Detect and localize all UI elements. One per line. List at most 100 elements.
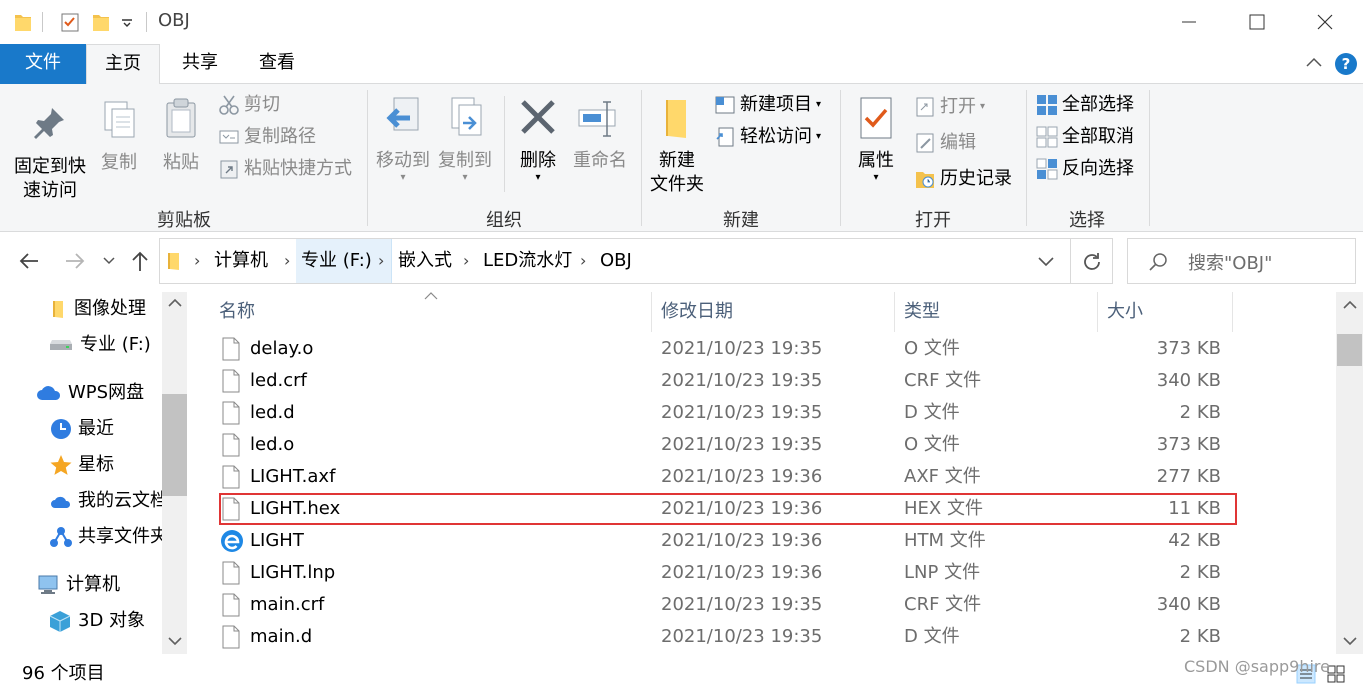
nav-item-recent[interactable]: 最近 xyxy=(50,412,114,446)
move-to-button[interactable]: 移动到 ▾ xyxy=(372,96,434,183)
navigation-bar: › 计算机 › 专业 (F:) › 嵌入式 › LED流水灯 › OBJ 搜索"… xyxy=(0,232,1363,292)
file-list-scrollbar[interactable] xyxy=(1336,292,1363,654)
properties-button[interactable]: 属性 ▾ xyxy=(848,96,904,183)
scroll-up-icon[interactable] xyxy=(1343,300,1357,310)
file-icon xyxy=(222,401,240,425)
open-button[interactable]: 打开 ▾ xyxy=(914,92,985,122)
scroll-down-icon[interactable] xyxy=(168,636,182,646)
minimize-button[interactable] xyxy=(1151,0,1227,44)
breadcrumb-led[interactable]: LED流水灯 xyxy=(483,239,572,283)
maximize-button[interactable] xyxy=(1219,0,1295,44)
search-box[interactable]: 搜索"OBJ" xyxy=(1127,238,1356,284)
file-date: 2021/10/23 19:35 xyxy=(661,434,823,455)
select-none-icon xyxy=(1036,126,1058,148)
open-icon xyxy=(916,97,934,117)
forward-arrow-icon[interactable] xyxy=(64,252,86,270)
new-item-button[interactable]: 新建项目 ▾ xyxy=(714,90,821,120)
file-icon xyxy=(222,561,240,585)
close-button[interactable] xyxy=(1287,0,1363,44)
nav-item-starred[interactable]: 星标 xyxy=(50,448,114,482)
copy-to-button[interactable]: 复制到 ▾ xyxy=(434,96,496,183)
file-row[interactable]: led.crf 2021/10/23 19:35 CRF 文件 340 KB xyxy=(190,365,1336,397)
file-name[interactable]: LIGHT.lnp xyxy=(250,557,335,589)
breadcrumb-drive[interactable]: 专业 (F:) xyxy=(301,239,372,283)
nav-item-wps-drive[interactable]: WPS网盘 xyxy=(36,376,144,410)
star-icon xyxy=(50,455,72,475)
column-header-date[interactable]: 修改日期 xyxy=(661,292,733,332)
pin-quick-access-button[interactable]: 固定到快 速访问 xyxy=(8,104,92,203)
file-type: CRF 文件 xyxy=(904,370,982,391)
easy-access-button[interactable]: 轻松访问 ▾ xyxy=(714,122,821,152)
group-label-select: 选择 xyxy=(1069,210,1105,231)
address-history-chevron-icon[interactable] xyxy=(1038,257,1054,267)
breadcrumb-embedded[interactable]: 嵌入式 xyxy=(398,239,452,283)
group-label-new: 新建 xyxy=(723,210,759,231)
breadcrumb-computer[interactable]: 计算机 xyxy=(214,239,268,283)
collapse-ribbon-icon[interactable] xyxy=(1306,56,1322,68)
file-scroll-thumb[interactable] xyxy=(1337,334,1362,366)
breadcrumb-obj[interactable]: OBJ xyxy=(600,239,632,283)
tab-home[interactable]: 主页 xyxy=(86,44,160,85)
file-name[interactable]: led.crf xyxy=(250,365,307,397)
file-row[interactable]: main.d 2021/10/23 19:35 D 文件 2 KB xyxy=(190,621,1336,653)
file-row[interactable]: LIGHT.axf 2021/10/23 19:36 AXF 文件 277 KB xyxy=(190,461,1336,493)
customize-dropdown-icon[interactable] xyxy=(121,18,133,28)
cut-button[interactable]: 剪切 xyxy=(218,90,280,120)
file-row[interactable]: main.crf 2021/10/23 19:35 CRF 文件 340 KB xyxy=(190,589,1336,621)
file-name[interactable]: LIGHT xyxy=(250,525,304,557)
scroll-down-icon[interactable] xyxy=(1343,636,1357,646)
file-row[interactable]: LIGHT.lnp 2021/10/23 19:36 LNP 文件 2 KB xyxy=(190,557,1336,589)
file-name[interactable]: delay.o xyxy=(250,333,313,365)
help-icon[interactable]: ? xyxy=(1334,52,1358,76)
refresh-icon[interactable] xyxy=(1081,251,1103,273)
file-name[interactable]: led.o xyxy=(250,429,294,461)
up-arrow-icon[interactable] xyxy=(131,250,149,272)
history-button[interactable]: 历史记录 xyxy=(914,164,1012,194)
paste-button[interactable]: 粘贴 xyxy=(156,96,206,175)
edit-button[interactable]: 编辑 xyxy=(914,128,976,158)
title-bar: OBJ xyxy=(0,0,1363,44)
paste-shortcut-button[interactable]: 粘贴快捷方式 xyxy=(218,154,352,184)
select-none-button[interactable]: 全部取消 xyxy=(1036,122,1134,152)
file-name[interactable]: main.crf xyxy=(250,589,324,621)
invert-selection-button[interactable]: 反向选择 xyxy=(1036,154,1134,184)
scroll-up-icon[interactable] xyxy=(168,298,182,308)
nav-item-computer[interactable]: 计算机 xyxy=(36,568,120,602)
file-row[interactable]: led.d 2021/10/23 19:35 D 文件 2 KB xyxy=(190,397,1336,429)
nav-item-image-processing[interactable]: 图像处理 xyxy=(50,292,146,326)
rename-button[interactable]: 重命名 xyxy=(568,96,632,173)
file-name[interactable]: LIGHT.axf xyxy=(250,461,335,493)
file-row[interactable]: LIGHT 2021/10/23 19:36 HTM 文件 42 KB xyxy=(190,525,1336,557)
copy-button[interactable]: 复制 xyxy=(94,98,144,175)
column-header-name[interactable]: 名称 xyxy=(219,292,255,332)
new-folder-icon[interactable] xyxy=(92,12,110,32)
search-placeholder[interactable]: 搜索"OBJ" xyxy=(1188,249,1272,275)
back-arrow-icon[interactable] xyxy=(18,252,40,270)
address-bar[interactable]: › 计算机 › 专业 (F:) › 嵌入式 › LED流水灯 › OBJ xyxy=(159,238,1113,284)
properties-icon[interactable] xyxy=(60,12,80,32)
file-row[interactable]: delay.o 2021/10/23 19:35 O 文件 373 KB xyxy=(190,333,1336,365)
nav-scrollbar[interactable] xyxy=(162,292,187,654)
tab-file[interactable]: 文件 xyxy=(0,44,86,84)
copy-path-button[interactable]: 复制路径 xyxy=(218,122,316,152)
file-name[interactable]: main.d xyxy=(250,621,312,653)
delete-button[interactable]: 删除 ▾ xyxy=(512,96,564,183)
column-header-type[interactable]: 类型 xyxy=(904,292,940,332)
rename-icon xyxy=(578,101,616,137)
select-all-button[interactable]: 全部选择 xyxy=(1036,90,1134,120)
nav-item-3d-objects[interactable]: 3D 对象 xyxy=(48,604,145,638)
nav-item-shared-folders[interactable]: 共享文件夹 xyxy=(50,520,168,554)
nav-item-cloud-docs[interactable]: 我的云文档 xyxy=(50,484,168,518)
file-type: CRF 文件 xyxy=(904,594,982,615)
recent-locations-chevron-icon[interactable] xyxy=(103,257,115,265)
file-name[interactable]: led.d xyxy=(250,397,295,429)
new-folder-button[interactable]: 新建 文件夹 xyxy=(646,96,708,197)
nav-scroll-thumb[interactable] xyxy=(162,394,187,496)
file-type: D 文件 xyxy=(904,402,960,423)
tab-view[interactable]: 查看 xyxy=(240,44,314,84)
file-type: HTM 文件 xyxy=(904,530,986,551)
tab-share[interactable]: 共享 xyxy=(164,44,236,84)
file-row[interactable]: led.o 2021/10/23 19:35 O 文件 373 KB xyxy=(190,429,1336,461)
column-header-size[interactable]: 大小 xyxy=(1107,292,1143,332)
nav-item-drive-f[interactable]: 专业 (F:) xyxy=(48,328,151,362)
